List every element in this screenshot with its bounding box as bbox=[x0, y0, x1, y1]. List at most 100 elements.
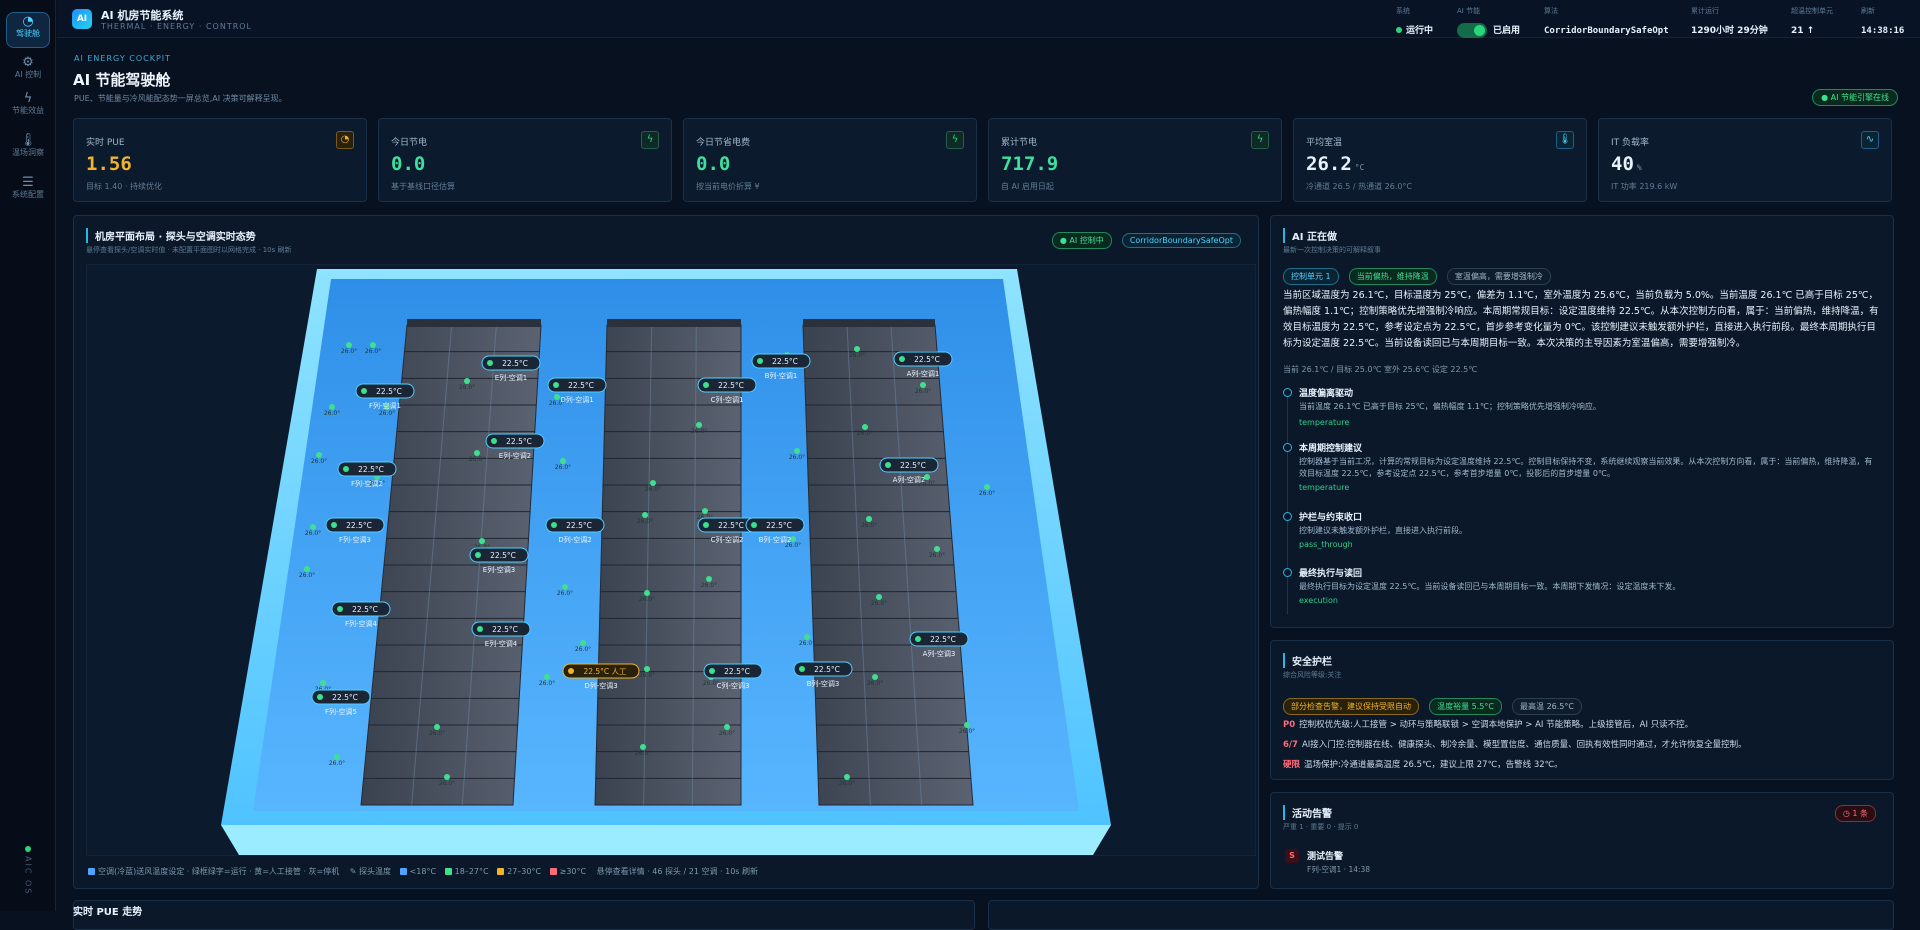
status-dot bbox=[1396, 27, 1402, 33]
kpi-value: 40 bbox=[1611, 153, 1634, 175]
kpi-today-energy[interactable]: 今日节电 ϟ 0.0 基于基线口径估算 bbox=[378, 118, 672, 202]
legend-swatch bbox=[497, 868, 505, 875]
sidebar-item-ai-control[interactable]: ⚙ AI 控制 bbox=[6, 56, 50, 80]
step-control-advice: 本周期控制建议 控制器基于当前工况，计算的常规目标为设定温度维持 22.5℃。控… bbox=[1283, 441, 1883, 501]
sidebar-item-label: AI 控制 bbox=[14, 70, 42, 79]
rule-text: 控制权优先级:人工接管 > 动环与策略联锁 > 空调本地保护 > AI 节能策略… bbox=[1299, 720, 1694, 730]
ac-label: F列-空调3 bbox=[339, 535, 371, 544]
kpi-today-cost[interactable]: 今日节省电费 ϟ 0.0 按当前电价折算 ¥ bbox=[683, 118, 977, 202]
ac-temp: 22.5°C bbox=[930, 635, 956, 644]
kpi-pue[interactable]: 实时 PUE ◔ 1.56 目标 1.40 · 持续优化 bbox=[73, 118, 367, 202]
sidebar-item-thermal[interactable]: 🌡 温场洞察 bbox=[6, 134, 50, 158]
stat-value: 运行中 bbox=[1406, 26, 1434, 36]
legend-range: <18°C bbox=[409, 867, 437, 876]
kpi-value: 1.56 bbox=[86, 153, 132, 175]
ai-control-badge: ● AI 控制中 bbox=[1051, 232, 1112, 249]
fan-icon bbox=[317, 694, 323, 700]
map-tags: ● AI 控制中 CorridorBoundarySafeOpt bbox=[1051, 228, 1246, 249]
pue-trend-panel bbox=[73, 900, 975, 930]
rack-top-cap bbox=[607, 319, 741, 327]
step-text: 最终执行目标为设定温度 22.5℃。当前设备读回已与本周期目标一致。本周期下发情… bbox=[1299, 582, 1681, 591]
kpi-label: 实时 PUE bbox=[86, 138, 125, 148]
ac-temp: 22.5°C bbox=[718, 521, 744, 530]
probe-value: 26.0° bbox=[861, 522, 877, 529]
probe-value: 26.0° bbox=[311, 458, 327, 465]
engine-status-badge: ● AI 节能引擎在线 bbox=[1812, 89, 1898, 106]
step-text: 当前温度 26.1℃ 已高于目标 25℃，偏热幅度 1.1℃；控制策略优先增强制… bbox=[1299, 402, 1601, 411]
secondary-panel bbox=[988, 900, 1894, 930]
stat-label: 算法 bbox=[1544, 7, 1558, 15]
ac-label: F列-空调5 bbox=[325, 707, 357, 716]
ac-temp: 22.5°C bbox=[914, 355, 940, 364]
ac-temp: 22.5°C bbox=[492, 625, 518, 634]
step-title: 最终执行与读回 bbox=[1299, 569, 1363, 579]
sidebar-item-label: 节能效益 bbox=[12, 106, 44, 115]
fan-icon bbox=[343, 466, 349, 472]
kpi-label: 平均室温 bbox=[1306, 138, 1343, 148]
room-floor-plan[interactable]: 26.0° 26.0° 26.0° 26.0° 26.0° 26.0° 26.0° 26.0°… bbox=[86, 264, 1256, 856]
ac-temp: 22.5°C bbox=[814, 665, 840, 674]
kpi-room-temp[interactable]: 平均室温 🌡 26.2 °C 冷通道 26.5 / 热通道 26.0°C bbox=[1293, 118, 1587, 202]
ac-label: B列-空调2 bbox=[759, 535, 792, 544]
sidebar-item-cockpit[interactable]: ◔ 驾驶舱 bbox=[6, 12, 50, 48]
kpi-sub: 基于基线口径估算 bbox=[391, 182, 455, 191]
step-code: temperature bbox=[1299, 483, 1350, 492]
probe-value: 26.0° bbox=[459, 384, 475, 391]
kpi-sub: IT 功率 219.6 kW bbox=[1611, 182, 1678, 191]
step-dot bbox=[1283, 568, 1292, 577]
room-wall-front bbox=[221, 825, 1111, 855]
alarm-item[interactable]: S 测试告警 F列-空调1 · 14:38 bbox=[1283, 847, 1883, 881]
sidebar: ◔ 驾驶舱 ⚙ AI 控制 ϟ 节能效益 🌡 温场洞察 ☰ 系统配置 AIC O… bbox=[0, 0, 56, 911]
probe-value: 26.0° bbox=[701, 582, 717, 589]
ac-temp: 22.5°C bbox=[502, 359, 528, 368]
toggle-switch[interactable] bbox=[1457, 23, 1487, 38]
rule-tag: 硬限 bbox=[1283, 760, 1301, 770]
ac-temp: 22.5°C bbox=[490, 551, 516, 560]
step-text: 控制器基于当前工况，计算的常规目标为设定温度维持 22.5℃。控制目标保持不变，… bbox=[1299, 457, 1873, 478]
probe-value: 26.0° bbox=[691, 428, 707, 435]
step-dot bbox=[1283, 388, 1292, 397]
reason-tag: 室温偏高，需要增强制冷 bbox=[1446, 268, 1551, 285]
stat-label: 超温控制单元 bbox=[1791, 7, 1833, 15]
ac-temp: 22.5°C bbox=[724, 667, 750, 676]
fan-icon bbox=[709, 668, 715, 674]
ai-meta: 当前 26.1℃ / 目标 25.0℃ 室外 25.6℃ 设定 22.5℃ bbox=[1283, 365, 1478, 374]
fan-icon bbox=[477, 626, 483, 632]
alarm-count-badge[interactable]: ◷ 1 条 bbox=[1834, 805, 1876, 822]
ac-label: C列-空调2 bbox=[711, 535, 744, 544]
room-layout-panel: 机房平面布局 · 探头与空调实时态势 悬停查看探头/空调实时值 · 未配置平面图… bbox=[73, 215, 1259, 889]
app-title: AI 机房节能系统 bbox=[101, 9, 184, 22]
fan-icon bbox=[337, 606, 343, 612]
legend-range: 27–30°C bbox=[507, 867, 542, 876]
stat-value: CorridorBoundarySafeOpt bbox=[1544, 26, 1669, 36]
ac-temp: 22.5°C bbox=[346, 521, 372, 530]
kpi-total-energy[interactable]: 累计节电 ϟ 717.9 自 AI 启用日起 bbox=[988, 118, 1282, 202]
sidebar-item-savings[interactable]: ϟ 节能效益 bbox=[6, 92, 50, 116]
step-code: execution bbox=[1299, 596, 1338, 605]
gauge-icon: ◔ bbox=[336, 131, 354, 149]
ac-label: C列-空调3 bbox=[717, 681, 750, 690]
rule-tag: 6/7 bbox=[1283, 740, 1298, 750]
panel-title: AI 正在做 bbox=[1283, 228, 1337, 243]
kpi-it-load[interactable]: IT 负载率 ∿ 40% IT 功率 219.6 kW bbox=[1598, 118, 1892, 202]
sidebar-item-label: 驾驶舱 bbox=[16, 29, 40, 38]
ai-saving-toggle[interactable]: AI 节能 已启用 bbox=[1457, 6, 1520, 38]
step-code: temperature bbox=[1299, 418, 1350, 427]
fan-icon bbox=[553, 382, 559, 388]
rack-top-cap bbox=[407, 319, 541, 327]
uptime-stat: 累计运行 1290小时 29分钟 bbox=[1691, 6, 1768, 37]
probe-value: 26.0° bbox=[555, 464, 571, 471]
room-3d-view[interactable]: 26.0° 26.0° 26.0° 26.0° 26.0° 26.0° 26.0° 26.0°… bbox=[87, 265, 1257, 857]
sidebar-item-config[interactable]: ☰ 系统配置 bbox=[6, 176, 50, 200]
panel-title: 安全护栏 bbox=[1283, 653, 1332, 668]
legend-probe: 探头温度 bbox=[359, 867, 392, 876]
system-status: 系统 运行中 bbox=[1396, 6, 1433, 37]
probe-value: 26.0° bbox=[324, 410, 340, 417]
probe-value: 26.0° bbox=[429, 730, 445, 737]
ac-temp: 22.5°C bbox=[352, 605, 378, 614]
probe-value: 26.0° bbox=[329, 760, 345, 767]
step-title: 本周期控制建议 bbox=[1299, 444, 1363, 454]
alarm-level-badge: S bbox=[1285, 849, 1299, 863]
ac-label: A列-空调2 bbox=[893, 475, 926, 484]
ac-temp: 22.5°C bbox=[566, 521, 592, 530]
